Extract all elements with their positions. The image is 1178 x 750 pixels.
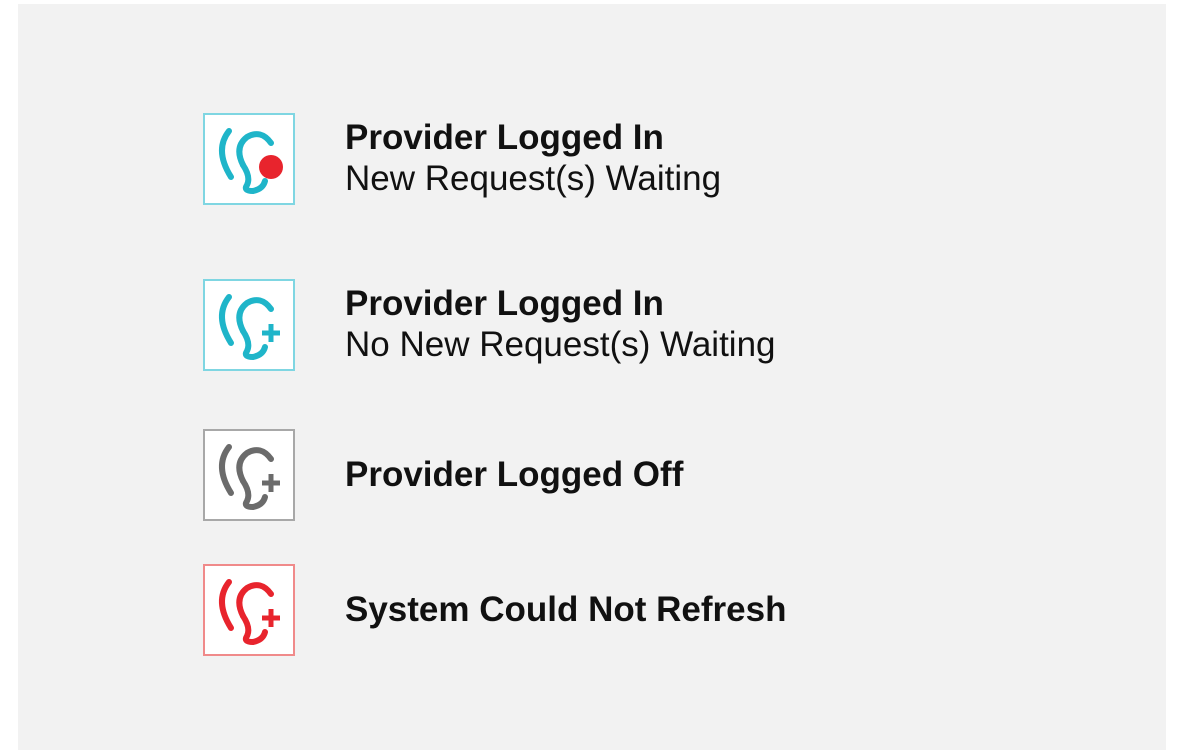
legend-item-refresh-failed: System Could Not Refresh bbox=[203, 561, 786, 659]
status-subtitle: New Request(s) Waiting bbox=[345, 159, 722, 198]
status-title: System Could Not Refresh bbox=[345, 589, 787, 629]
status-legend-panel: Provider Logged In New Request(s) Waitin… bbox=[18, 4, 1166, 750]
status-title: Provider Logged Off bbox=[345, 454, 684, 494]
legend-item-logged-in-no-requests: Provider Logged In No New Request(s) Wai… bbox=[203, 276, 776, 374]
legend-item-logged-off: Provider Logged Off bbox=[203, 426, 683, 524]
legend-item-text: Provider Logged In No New Request(s) Wai… bbox=[345, 284, 776, 365]
legend-item-text: Provider Logged Off bbox=[345, 455, 683, 496]
legend-item-logged-in-new-requests: Provider Logged In New Request(s) Waitin… bbox=[203, 110, 721, 208]
legend-item-text: System Could Not Refresh bbox=[345, 590, 786, 631]
hearing-ear-plus-icon bbox=[219, 294, 280, 361]
hearing-ear-plus-gray-icon bbox=[219, 444, 280, 511]
hearing-ear-red-dot-icon bbox=[219, 128, 283, 195]
status-icon-box bbox=[203, 429, 295, 521]
status-icon-box bbox=[203, 564, 295, 656]
legend-item-text: Provider Logged In New Request(s) Waitin… bbox=[345, 118, 721, 199]
status-icon-box bbox=[203, 279, 295, 371]
status-subtitle: No New Request(s) Waiting bbox=[345, 325, 776, 364]
status-title: Provider Logged In bbox=[345, 118, 664, 158]
status-icon-box bbox=[203, 113, 295, 205]
status-title: Provider Logged In bbox=[345, 284, 664, 324]
status-legend: Provider Logged In New Request(s) Waitin… bbox=[203, 4, 1003, 750]
hearing-ear-plus-red-icon bbox=[219, 579, 280, 646]
